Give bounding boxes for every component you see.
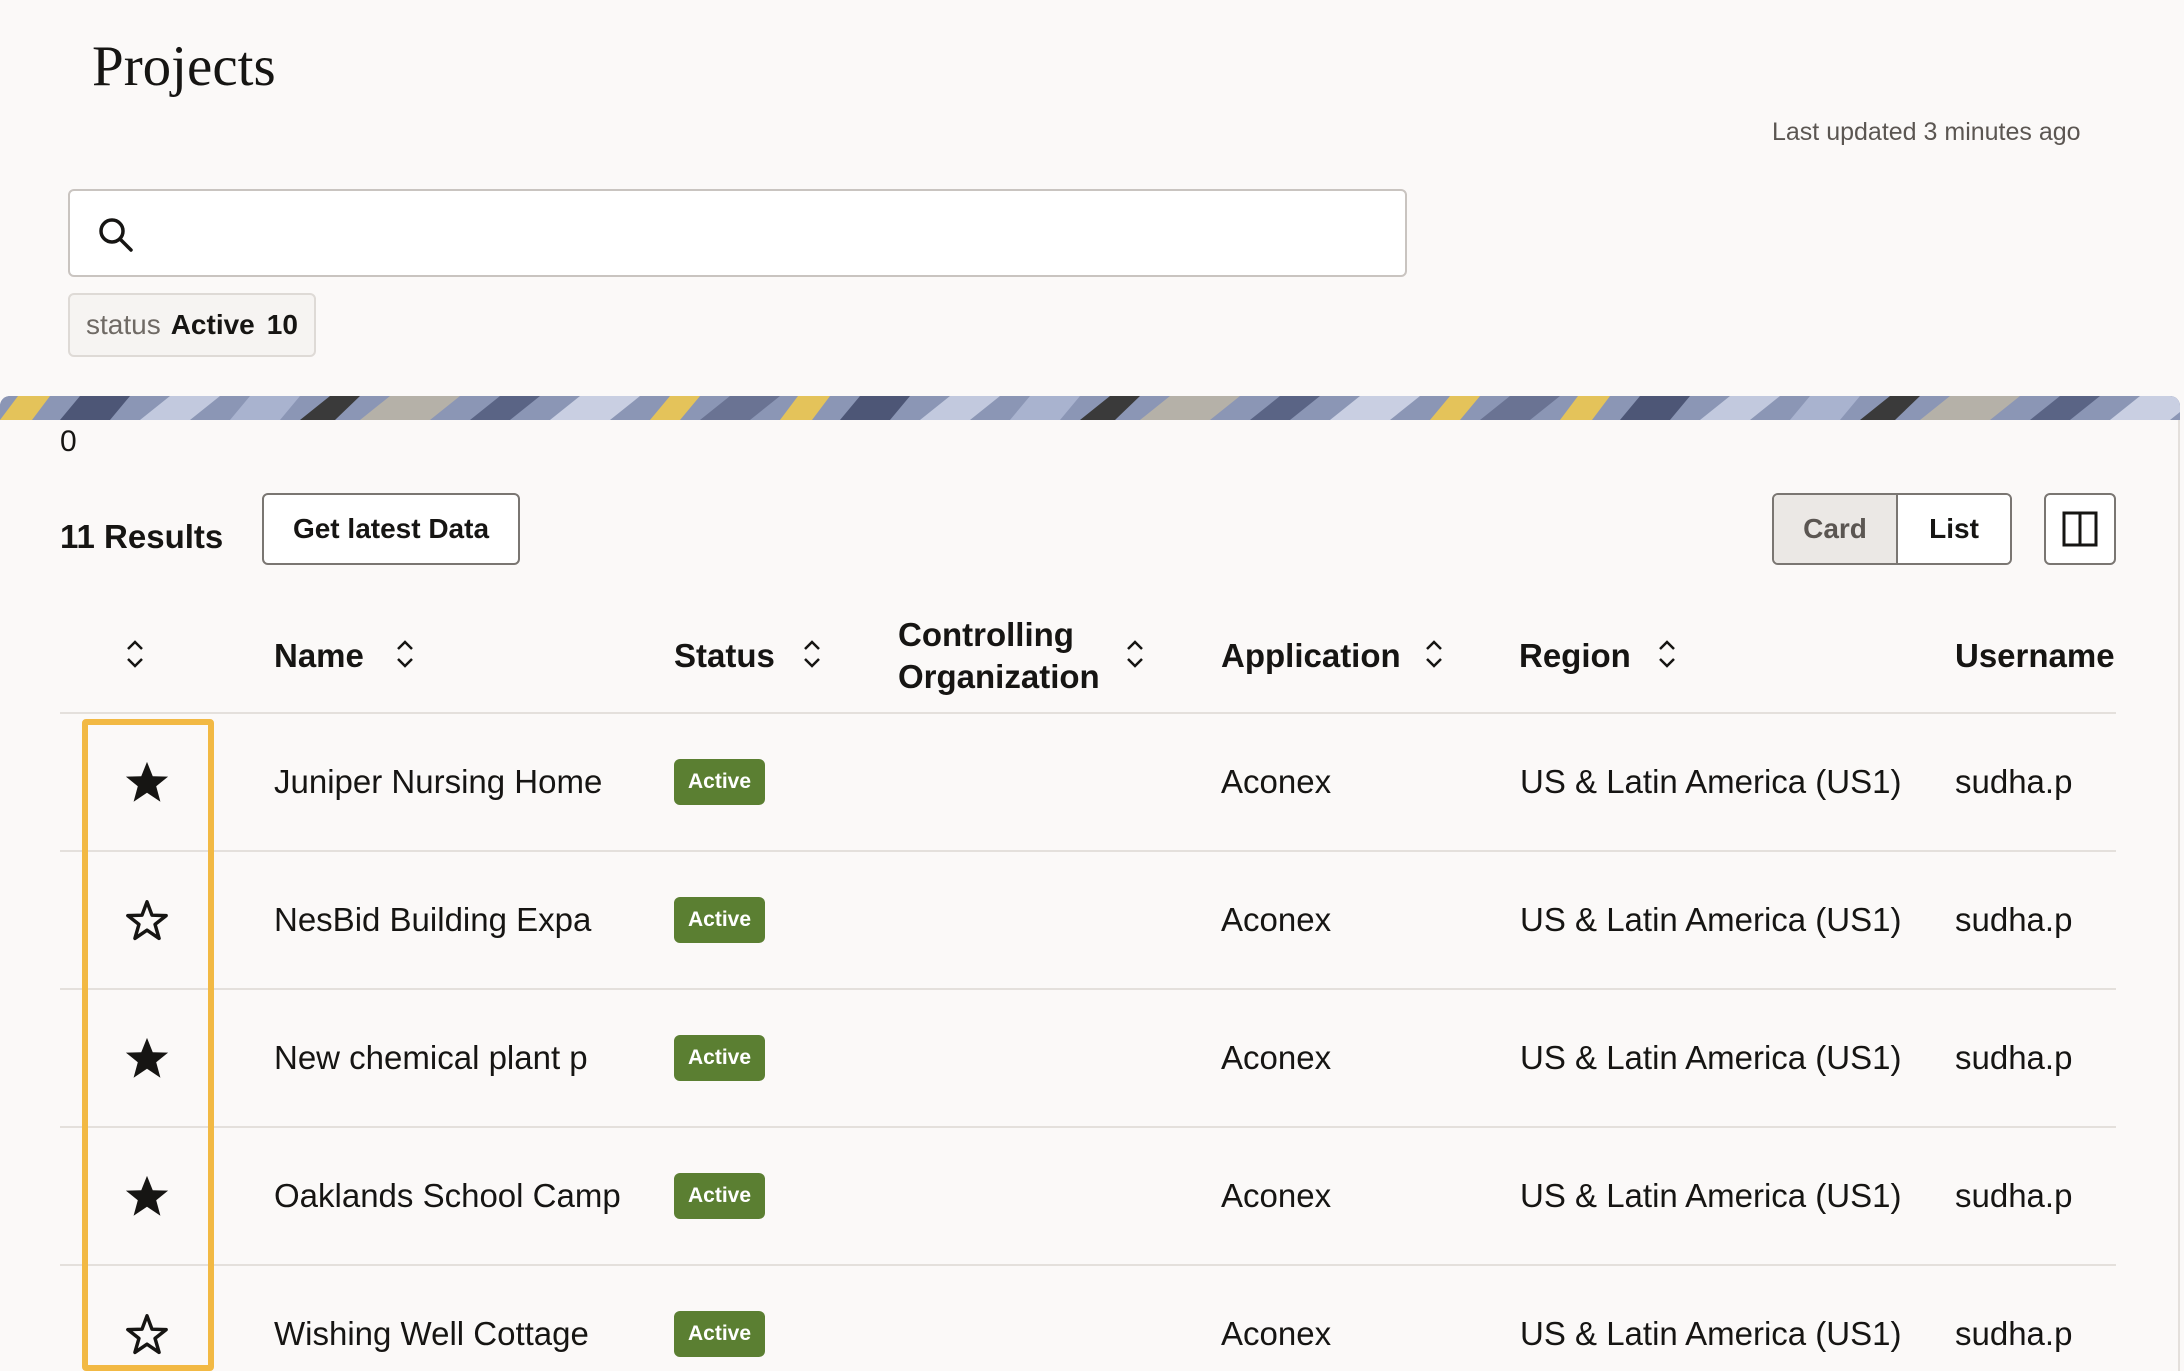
cell-name[interactable]: Wishing Well Cottage: [274, 1266, 589, 1371]
search-box[interactable]: [68, 189, 1407, 277]
status-badge: Active: [674, 759, 766, 805]
column-header-username[interactable]: Username: [1955, 635, 2115, 677]
table-row[interactable]: Wishing Well Cottage Active Aconex US & …: [60, 1266, 2116, 1371]
results-count: 11 Results: [60, 518, 224, 555]
column-header-name[interactable]: Name: [274, 635, 364, 677]
split-panel-button[interactable]: [2044, 493, 2116, 565]
table-row[interactable]: New chemical plant p Active Aconex US & …: [60, 990, 2116, 1128]
cell-name[interactable]: NesBid Building Expa: [274, 852, 591, 988]
last-updated-text: Last updated 3 minutes ago: [1772, 118, 2081, 146]
favorite-star-filled-icon[interactable]: [124, 759, 170, 805]
cell-username: sudha.p: [1955, 1177, 2073, 1214]
cell-application: Aconex: [1221, 1315, 1332, 1352]
view-toggle: Card List: [1772, 493, 2012, 565]
favorite-star-filled-icon[interactable]: [124, 1173, 170, 1219]
cell-region: US & Latin America (US1): [1520, 763, 1902, 800]
column-header-region[interactable]: Region: [1519, 635, 1631, 677]
cell-region: US & Latin America (US1): [1520, 901, 1902, 938]
cell-name[interactable]: Juniper Nursing Home: [274, 714, 602, 850]
filter-chip-value: Active: [170, 309, 255, 340]
counter-text: 0: [60, 425, 77, 458]
status-badge: Active: [674, 897, 766, 943]
sort-application-icon[interactable]: [1423, 638, 1445, 670]
column-header-application[interactable]: Application: [1221, 635, 1401, 677]
filter-chip-key: status: [86, 309, 161, 340]
cell-application: Aconex: [1221, 1177, 1332, 1214]
status-badge: Active: [674, 1173, 766, 1219]
get-latest-data-button[interactable]: Get latest Data: [262, 493, 520, 565]
search-icon: [99, 218, 133, 252]
sort-favorite-icon[interactable]: [124, 638, 146, 670]
table-row[interactable]: Juniper Nursing Home Active Aconex US & …: [60, 714, 2116, 852]
cell-application: Aconex: [1221, 763, 1332, 800]
table-row[interactable]: Oaklands School Camp Active Aconex US & …: [60, 1128, 2116, 1266]
cell-username: sudha.p: [1955, 763, 2073, 800]
projects-page: Projects Last updated 3 minutes ago stat…: [0, 0, 2184, 1371]
cell-name[interactable]: Oaklands School Camp: [274, 1128, 621, 1264]
favorite-star-outline-icon[interactable]: [124, 897, 170, 943]
sort-controlling-organization-icon[interactable]: [1124, 638, 1146, 670]
cell-region: US & Latin America (US1): [1520, 1039, 1902, 1076]
cell-username: sudha.p: [1955, 901, 2073, 938]
table-row[interactable]: NesBid Building Expa Active Aconex US & …: [60, 852, 2116, 990]
page-title: Projects: [92, 35, 276, 98]
status-badge: Active: [674, 1311, 766, 1357]
sort-region-icon[interactable]: [1656, 638, 1678, 670]
favorite-star-outline-icon[interactable]: [124, 1311, 170, 1357]
decorative-banner: [0, 396, 2180, 420]
split-panel-icon: [2062, 511, 2098, 547]
cell-username: sudha.p: [1955, 1039, 2073, 1076]
cell-name[interactable]: New chemical plant p: [274, 990, 588, 1126]
cell-username: sudha.p: [1955, 1315, 2073, 1352]
search-input[interactable]: [154, 199, 1384, 267]
column-header-controlling-organization[interactable]: Controlling Organization: [898, 614, 1118, 698]
favorite-star-filled-icon[interactable]: [124, 1035, 170, 1081]
cell-application: Aconex: [1221, 901, 1332, 938]
status-badge: Active: [674, 1035, 766, 1081]
cell-application: Aconex: [1221, 1039, 1332, 1076]
filter-chip-status[interactable]: status Active 10: [68, 293, 316, 357]
sort-name-icon[interactable]: [394, 638, 416, 670]
sort-status-icon[interactable]: [801, 638, 823, 670]
view-card-button[interactable]: Card: [1774, 495, 1898, 563]
cell-region: US & Latin America (US1): [1520, 1315, 1902, 1352]
filter-chip-count: 10: [266, 309, 298, 340]
column-header-status[interactable]: Status: [674, 635, 775, 677]
cell-region: US & Latin America (US1): [1520, 1177, 1902, 1214]
view-list-button[interactable]: List: [1898, 495, 2010, 563]
